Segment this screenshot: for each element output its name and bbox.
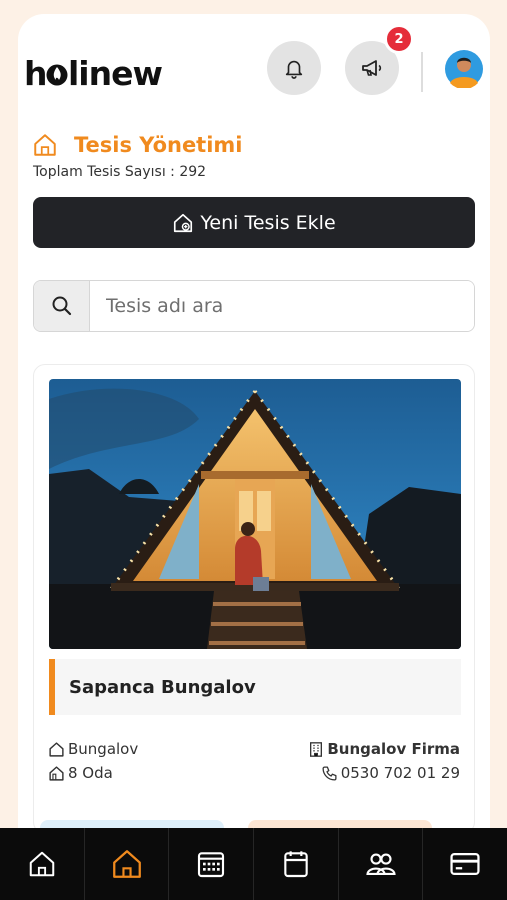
tab-wallet[interactable] [254,828,339,900]
home-small-icon [49,741,64,757]
facility-card[interactable]: Sapanca Bungalov Bungalov 8 Oda Bungalov… [33,364,475,834]
tab-calendar[interactable] [169,828,255,900]
home-icon [34,134,56,156]
bell-icon [285,60,303,79]
avatar-icon [445,50,483,90]
facility-phone-row[interactable]: 0530 702 01 29 [308,761,460,785]
facility-rooms-row: 8 Oda [48,761,138,785]
add-facility-label: Yeni Tesis Ekle [200,211,336,234]
facility-type: Bungalov [68,740,139,758]
search-icon [52,296,71,316]
add-facility-button[interactable]: Yeni Tesis Ekle [33,197,475,248]
megaphone-icon [362,60,382,76]
search-input[interactable] [90,281,474,331]
bungalow-photo-image [49,379,461,649]
facility-count: Toplam Tesis Sayısı : 292 [33,164,207,180]
tab-users[interactable] [339,828,424,900]
notifications-button[interactable] [267,41,321,95]
facility-type-row: Bungalov [48,737,138,761]
home-active-icon [112,850,141,878]
calendar-icon [198,852,225,878]
facility-meta-right: Bungalov Firma 0530 702 01 29 [308,737,460,785]
search-button[interactable] [34,281,90,331]
logo-mark: h linew [24,54,163,93]
tab-home[interactable] [0,828,85,900]
svg-text:h: h [24,54,47,90]
home-add-icon [172,212,194,234]
building-icon [310,741,323,757]
users-icon [365,853,396,875]
app-logo[interactable]: h linew [24,54,184,98]
page-title-row: Tesis Yönetimi [32,132,243,158]
svg-text:linew: linew [68,54,162,90]
wallet-icon [284,851,308,878]
home-outline-icon [29,851,55,877]
user-avatar[interactable] [445,50,483,90]
search-bar [33,280,475,332]
facility-name: Sapanca Bungalov [49,659,461,715]
phone-icon [322,765,337,781]
tab-payments[interactable] [423,828,507,900]
tab-facilities[interactable] [85,828,170,900]
header-divider [421,52,423,92]
credit-card-icon [450,852,480,876]
facility-phone: 0530 702 01 29 [340,764,460,782]
facility-meta-left: Bungalov 8 Oda [48,737,138,785]
header: h linew 2 [18,24,490,110]
page-title: Tesis Yönetimi [74,133,243,157]
facility-company-row: Bungalov Firma [308,737,460,761]
bottom-tab-bar [0,828,507,900]
rooms-icon [49,765,64,781]
facility-photo[interactable] [49,379,461,649]
facility-rooms: 8 Oda [68,764,113,782]
notification-badge: 2 [384,24,414,54]
facility-company: Bungalov Firma [327,740,460,758]
